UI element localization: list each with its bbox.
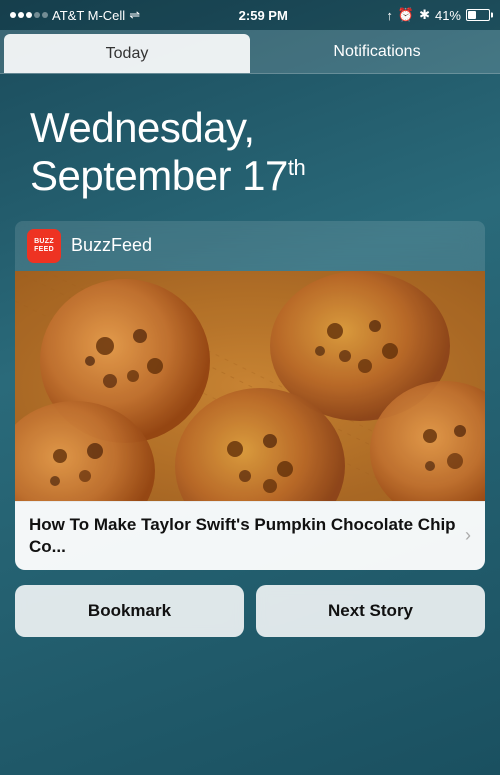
story-title-row[interactable]: How To Make Taylor Swift's Pumpkin Choco… xyxy=(15,501,485,570)
location-icon: ↑ xyxy=(386,8,393,23)
tab-today[interactable]: Today xyxy=(4,34,250,73)
battery-percent: 41% xyxy=(435,8,461,23)
story-title: How To Make Taylor Swift's Pumpkin Choco… xyxy=(29,514,457,558)
content-area: Buzz Feed BuzzFeed xyxy=(0,221,500,570)
chevron-right-icon: › xyxy=(465,525,471,546)
bluetooth-icon: ✱ xyxy=(419,7,430,23)
date-line1: Wednesday, xyxy=(30,104,255,151)
tab-notifications[interactable]: Notifications xyxy=(254,30,500,73)
battery-icon xyxy=(466,9,490,21)
buzzfeed-logo: Buzz Feed xyxy=(27,229,61,263)
story-image xyxy=(15,271,485,501)
tab-bar: Today Notifications xyxy=(0,30,500,74)
cookie-image-svg xyxy=(15,271,485,501)
date-suffix: th xyxy=(288,155,305,180)
carrier-label: AT&T M-Cell xyxy=(52,8,125,23)
signal-dot-4 xyxy=(34,12,40,18)
next-story-button[interactable]: Next Story xyxy=(256,585,485,637)
app-header: Buzz Feed BuzzFeed xyxy=(15,221,485,271)
date-line2: September 17 xyxy=(30,152,288,199)
signal-dots xyxy=(10,12,48,18)
date-section: Wednesday, September 17th xyxy=(0,74,500,221)
battery-fill xyxy=(468,11,476,19)
date-display: Wednesday, September 17th xyxy=(30,104,470,201)
signal-dot-5 xyxy=(42,12,48,18)
story-card[interactable]: How To Make Taylor Swift's Pumpkin Choco… xyxy=(15,271,485,570)
signal-dot-1 xyxy=(10,12,16,18)
app-name-label: BuzzFeed xyxy=(71,235,152,256)
status-left: AT&T M-Cell ⇌ xyxy=(10,7,140,23)
time-display: 2:59 PM xyxy=(239,8,288,23)
bookmark-button[interactable]: Bookmark xyxy=(15,585,244,637)
alarm-icon: ⏰ xyxy=(398,7,414,23)
status-bar: AT&T M-Cell ⇌ 2:59 PM ↑ ⏰ ✱ 41% xyxy=(0,0,500,30)
status-right: ↑ ⏰ ✱ 41% xyxy=(386,7,490,23)
wifi-icon: ⇌ xyxy=(129,7,140,23)
signal-dot-3 xyxy=(26,12,32,18)
action-buttons: Bookmark Next Story xyxy=(15,585,485,637)
signal-dot-2 xyxy=(18,12,24,18)
